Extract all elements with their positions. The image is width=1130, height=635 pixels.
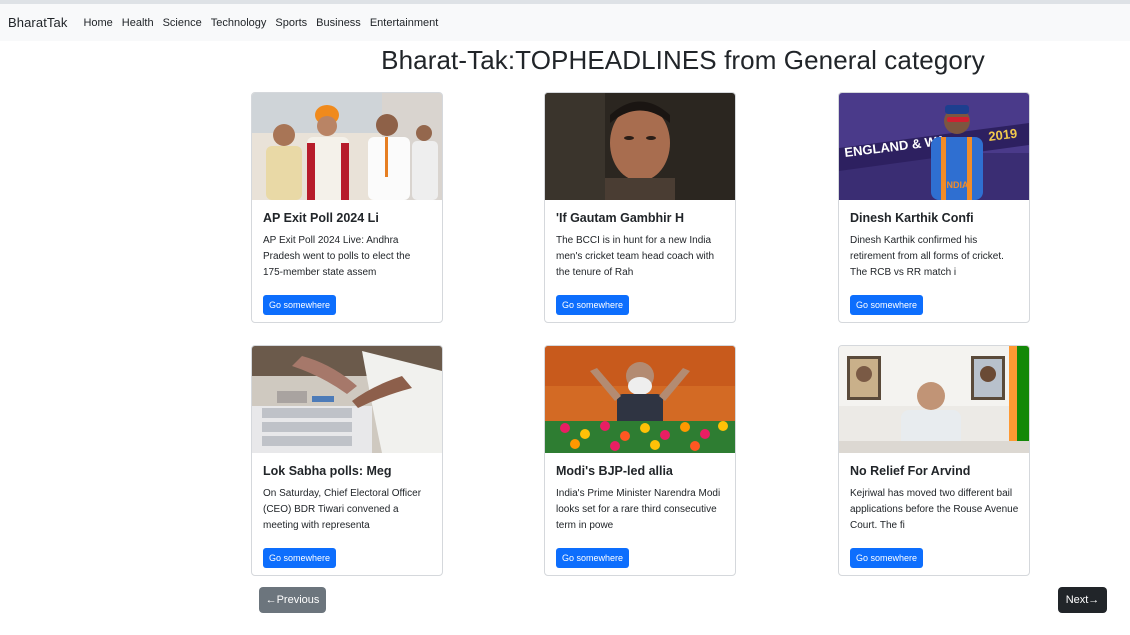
card-body: Lok Sabha polls: Meg On Saturday, Chief … [263,453,433,568]
card-body: No Relief For Arvind Kejriwal has moved … [850,453,1020,568]
card-title: 'If Gautam Gambhir H [556,211,684,225]
news-image-portrait [545,93,735,200]
brand-logo[interactable]: BharatTak [8,15,67,30]
go-somewhere-button[interactable]: Go somewhere [556,295,630,315]
nav-link-business[interactable]: Business [316,17,361,29]
nav-link-health[interactable]: Health [122,17,154,29]
news-card: No Relief For Arvind Kejriwal has moved … [838,345,1030,576]
card-description: The BCCI is in hunt for a new India men'… [556,235,715,278]
go-somewhere-button[interactable]: Go somewhere [263,548,337,568]
card-body: Modi's BJP-led allia India's Prime Minis… [556,453,726,568]
card-body: AP Exit Poll 2024 Li AP Exit Poll 2024 L… [263,200,433,315]
card-description: On Saturday, Chief Electoral Officer (CE… [263,488,422,531]
nav-link-entertainment[interactable]: Entertainment [370,17,438,29]
news-image-press-conference [839,346,1029,453]
nav-link-sports[interactable]: Sports [275,17,307,29]
news-image-rally [545,346,735,453]
news-image-cricketer: ENGLAND & WA 2019 INDIA [839,93,1029,200]
card-title: Lok Sabha polls: Meg [263,464,392,478]
card-body: 'If Gautam Gambhir H The BCCI is in hunt… [556,200,726,315]
nav-link-home[interactable]: Home [83,17,112,29]
nav-link-science[interactable]: Science [163,17,202,29]
go-somewhere-button[interactable]: Go somewhere [850,548,924,568]
news-card: 'If Gautam Gambhir H The BCCI is in hunt… [544,92,736,323]
news-card: Lok Sabha polls: Meg On Saturday, Chief … [251,345,443,576]
card-description: Kejriwal has moved two different bail ap… [850,488,1019,531]
previous-button[interactable]: ←Previous [259,587,326,613]
card-body: Dinesh Karthik Confi Dinesh Karthik conf… [850,200,1020,315]
go-somewhere-button[interactable]: Go somewhere [263,295,337,315]
go-somewhere-button[interactable]: Go somewhere [556,548,630,568]
card-description: Dinesh Karthik confirmed his retirement … [850,235,1004,278]
svg-text:INDIA: INDIA [944,180,969,190]
news-card: Modi's BJP-led allia India's Prime Minis… [544,345,736,576]
navbar: BharatTak Home Health Science Technology… [0,4,1130,41]
news-image-politicians [252,93,442,200]
nav-link-technology[interactable]: Technology [211,17,267,29]
nav-links: Home Health Science Technology Sports Bu… [83,17,447,29]
news-card: ENGLAND & WA 2019 INDIA Dinesh Karthik C… [838,92,1030,323]
card-description: India's Prime Minister Narendra Modi loo… [556,488,721,531]
card-title: AP Exit Poll 2024 Li [263,211,379,225]
news-card: AP Exit Poll 2024 Li AP Exit Poll 2024 L… [251,92,443,323]
next-button[interactable]: Next→ [1058,587,1107,613]
card-title: Dinesh Karthik Confi [850,211,974,225]
card-title: No Relief For Arvind [850,464,971,478]
card-description: AP Exit Poll 2024 Live: Andhra Pradesh w… [263,235,411,278]
card-title: Modi's BJP-led allia [556,464,673,478]
go-somewhere-button[interactable]: Go somewhere [850,295,924,315]
page-title: Bharat-Tak:TOPHEADLINES from General cat… [381,45,985,75]
news-image-voting-machine [252,346,442,453]
